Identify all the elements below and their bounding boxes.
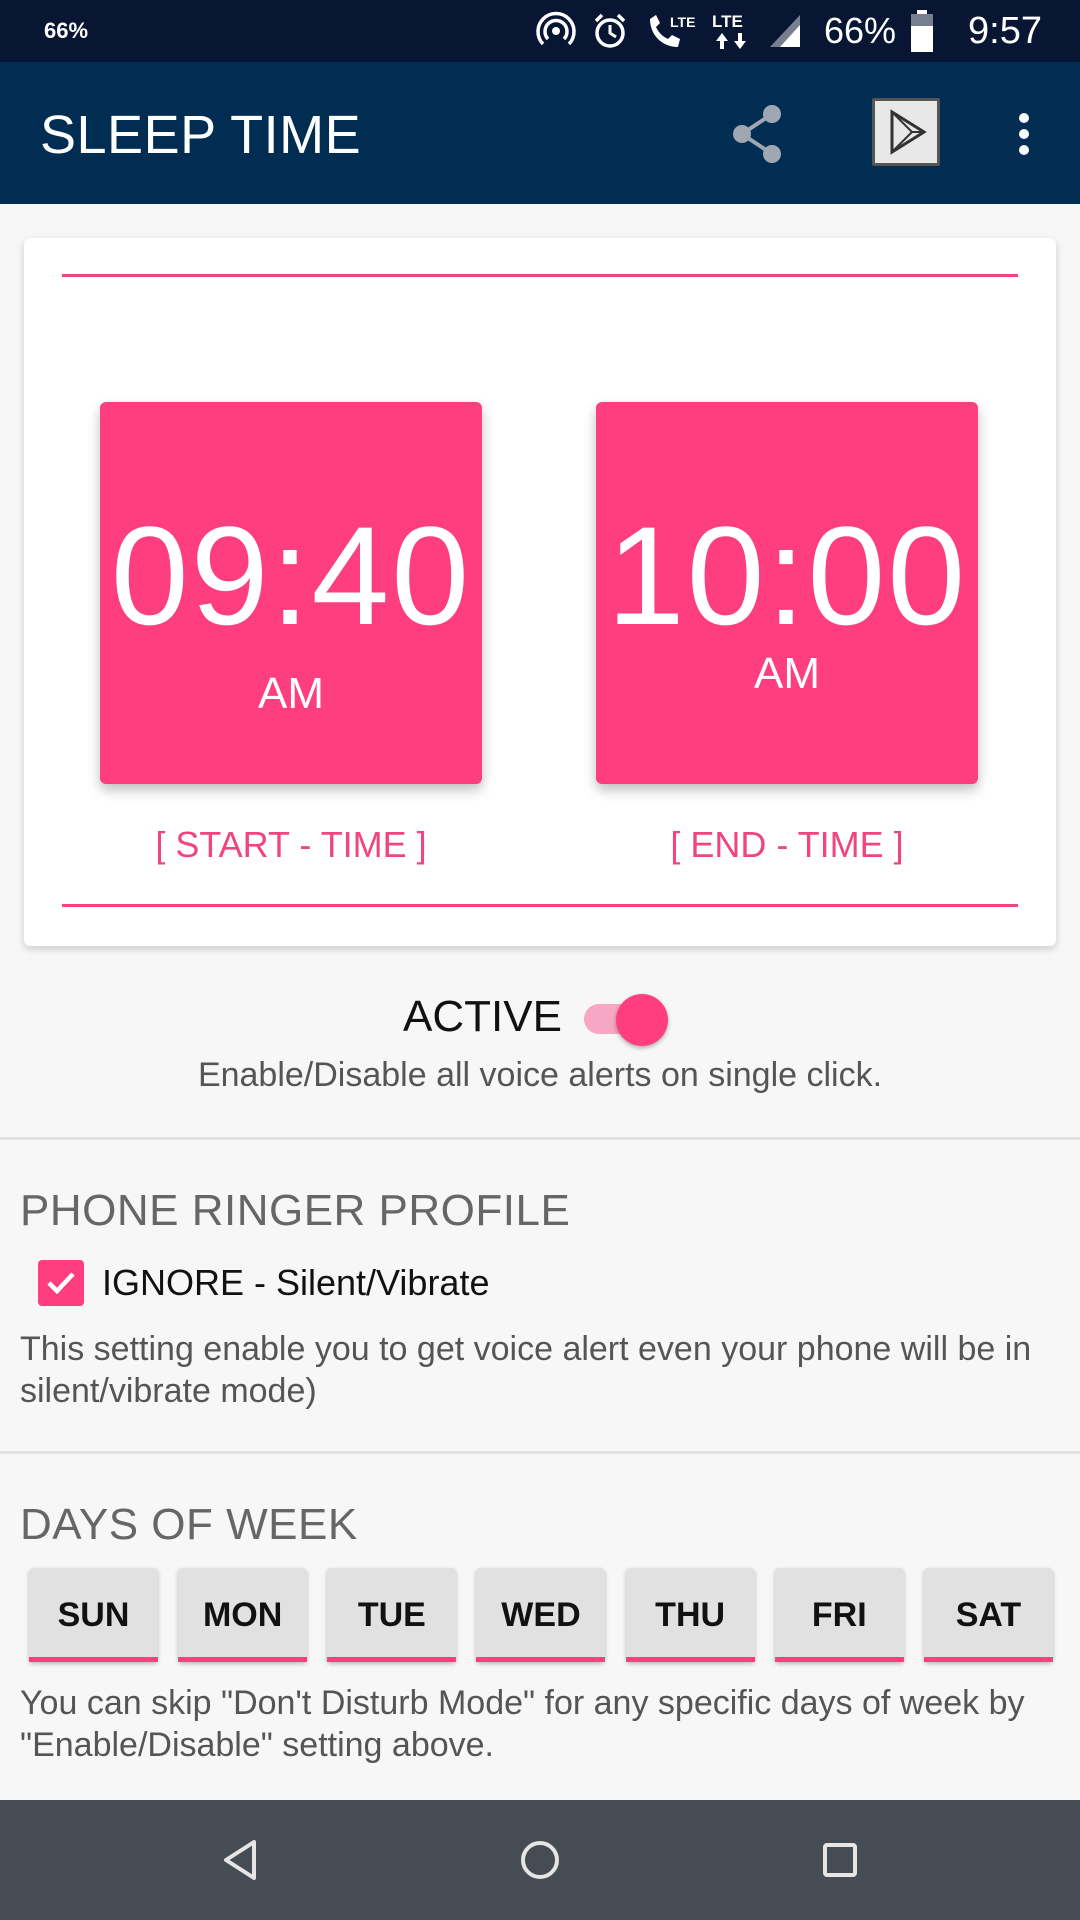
back-icon[interactable] [210, 1830, 270, 1890]
day-button-thu[interactable]: THU [625, 1568, 755, 1662]
ringer-section-title: PHONE RINGER PROFILE [20, 1186, 571, 1235]
days-description: You can skip "Don't Disturb Mode" for an… [20, 1684, 1025, 1764]
day-button-mon[interactable]: MON [178, 1568, 308, 1662]
home-icon[interactable] [510, 1830, 570, 1890]
svg-text:LTE: LTE [712, 12, 743, 31]
alarm-icon [594, 13, 626, 48]
more-vert-icon[interactable] [1000, 98, 1048, 170]
active-label: ACTIVE [403, 992, 562, 1041]
bottom-divider [62, 904, 1018, 907]
ignore-checkbox-label[interactable]: IGNORE - Silent/Vibrate [102, 1262, 489, 1304]
svg-text:LTE: LTE [670, 14, 695, 30]
days-row: SUN MON TUE WED THU FRI SAT [29, 1568, 1053, 1662]
status-bar: 66% LTE LTE 66% 9:57 [0, 0, 1080, 62]
app-bar: SLEEP TIME [0, 62, 1080, 204]
active-toggle[interactable] [584, 990, 670, 1046]
end-time-value: 10:00 [606, 497, 968, 654]
day-button-sun[interactable]: SUN [29, 1568, 158, 1662]
status-icons: LTE LTE 66% 9:57 [536, 0, 1042, 62]
active-description: Enable/Disable all voice alerts on singl… [197, 1056, 883, 1094]
active-row: ACTIVE [0, 986, 1080, 1048]
day-button-tue[interactable]: TUE [327, 1568, 457, 1662]
toggle-thumb [616, 994, 668, 1046]
lte-data-icon: LTE [712, 12, 746, 49]
recents-icon[interactable] [810, 1830, 870, 1890]
signal-icon [769, 15, 800, 47]
app-title: SLEEP TIME [40, 105, 362, 165]
end-time-button[interactable]: 10:00 AM [596, 402, 978, 784]
divider [0, 1137, 1080, 1140]
battery-icon [911, 10, 934, 52]
battery-percent: 66% [823, 10, 897, 51]
start-time-ampm: AM [258, 669, 324, 718]
day-button-wed[interactable]: WED [476, 1568, 606, 1662]
play-store-icon[interactable] [872, 98, 940, 166]
end-time-caption: [ END - TIME ] [670, 824, 904, 865]
lte-call-icon: LTE [649, 14, 695, 47]
start-time-caption: [ START - TIME ] [155, 824, 427, 865]
start-time-button[interactable]: 09:40 AM [100, 402, 482, 784]
check-icon [47, 1272, 75, 1295]
ignore-checkbox[interactable] [38, 1260, 84, 1306]
start-time-value: 09:40 [110, 497, 472, 654]
day-button-fri[interactable]: FRI [774, 1568, 904, 1662]
end-time-ampm: AM [754, 649, 820, 698]
time-card: 09:40 AM [ START - TIME ] 10:00 AM [ END… [24, 238, 1056, 946]
nav-bar [0, 1800, 1080, 1920]
hotspot-icon [536, 11, 576, 46]
day-button-sat[interactable]: SAT [923, 1568, 1053, 1662]
status-clock: 9:57 [968, 9, 1042, 52]
divider [0, 1451, 1080, 1454]
status-battery-small: 66% [44, 18, 89, 43]
share-icon[interactable] [722, 98, 794, 170]
days-section-title: DAYS OF WEEK [20, 1500, 358, 1549]
ringer-description: This setting enable you to get voice ale… [20, 1330, 1032, 1410]
top-divider [62, 274, 1018, 277]
